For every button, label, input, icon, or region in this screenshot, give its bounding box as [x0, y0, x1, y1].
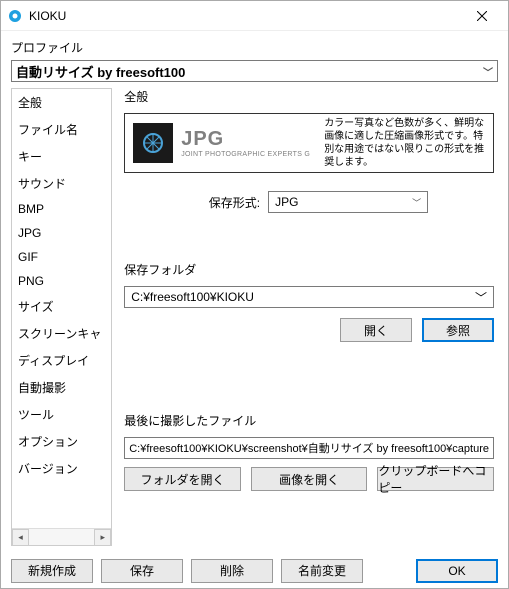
main-panel: 全般 JPG JOINT PHOTOGRAPHIC EXPERTS G カラー写…: [112, 88, 498, 546]
format-subtitle: JOINT PHOTOGRAPHIC EXPERTS G: [181, 151, 310, 158]
open-folder-button[interactable]: 開く: [340, 318, 412, 342]
save-format-select[interactable]: JPG ﹀: [268, 191, 428, 213]
window-title: KIOKU: [29, 9, 462, 23]
scroll-track[interactable]: [29, 529, 94, 545]
app-window: KIOKU プロファイル 自動リサイズ by freesoft100 ﹀ 全般 …: [0, 0, 509, 589]
last-file-path[interactable]: C:¥freesoft100¥KIOKU¥screenshot¥自動リサイズ b…: [124, 437, 494, 459]
sidebar-item-sound[interactable]: サウンド: [12, 170, 111, 197]
save-format-label: 保存形式:: [190, 194, 260, 211]
sidebar-item-size[interactable]: サイズ: [12, 293, 111, 320]
profile-label: プロファイル: [11, 39, 498, 56]
browse-button[interactable]: 参照: [422, 318, 494, 342]
sidebar-item-general[interactable]: 全般: [12, 89, 111, 116]
format-card: JPG JOINT PHOTOGRAPHIC EXPERTS G カラー写真など…: [124, 113, 494, 173]
format-name-block: JPG JOINT PHOTOGRAPHIC EXPERTS G: [181, 129, 310, 158]
section-title: 全般: [124, 88, 494, 105]
sidebar-item-option[interactable]: オプション: [12, 428, 111, 455]
chevron-down-icon: ﹀: [475, 289, 487, 306]
save-folder-combobox[interactable]: C:¥freesoft100¥KIOKU ﹀: [124, 286, 494, 308]
bottom-bar: 新規作成 保存 削除 名前変更 OK: [1, 552, 508, 588]
profile-selected-value: 自動リサイズ by freesoft100: [16, 62, 185, 81]
sidebar-item-png[interactable]: PNG: [12, 269, 111, 293]
app-icon: [7, 8, 23, 24]
save-format-row: 保存形式: JPG ﹀: [124, 191, 494, 213]
new-button[interactable]: 新規作成: [11, 559, 93, 583]
format-thumb-icon: [133, 123, 173, 163]
chevron-down-icon: ﹀: [412, 196, 421, 209]
close-button[interactable]: [462, 2, 502, 30]
rename-button[interactable]: 名前変更: [281, 559, 363, 583]
sidebar-item-display[interactable]: ディスプレイ: [12, 347, 111, 374]
sidebar-item-tool[interactable]: ツール: [12, 401, 111, 428]
scroll-left-icon[interactable]: ◂: [12, 529, 29, 546]
sidebar-item-autoshot[interactable]: 自動撮影: [12, 374, 111, 401]
sidebar-item-gif[interactable]: GIF: [12, 245, 111, 269]
chevron-down-icon: ﹀: [483, 64, 493, 79]
profile-select[interactable]: 自動リサイズ by freesoft100 ﹀: [11, 60, 498, 82]
delete-button[interactable]: 削除: [191, 559, 273, 583]
open-browse-row: 開く 参照: [124, 318, 494, 342]
scroll-right-icon[interactable]: ▸: [94, 529, 111, 546]
sidebar-item-version[interactable]: バージョン: [12, 455, 111, 482]
save-format-value: JPG: [275, 195, 298, 209]
save-folder-section: 保存フォルダ C:¥freesoft100¥KIOKU ﹀ 開く 参照: [124, 261, 494, 342]
last-file-section: 最後に撮影したファイル C:¥freesoft100¥KIOKU¥screens…: [124, 412, 494, 491]
copy-clipboard-button[interactable]: クリップボードへコピー: [377, 467, 494, 491]
titlebar: KIOKU: [1, 1, 508, 31]
open-folder-button2[interactable]: フォルダを開く: [124, 467, 241, 491]
sidebar-item-bmp[interactable]: BMP: [12, 197, 111, 221]
open-image-button[interactable]: 画像を開く: [251, 467, 368, 491]
body-area: 全般 ファイル名 キー サウンド BMP JPG GIF PNG サイズ スクリ…: [11, 88, 498, 546]
sidebar-item-jpg[interactable]: JPG: [12, 221, 111, 245]
sidebar-item-screencap[interactable]: スクリーンキャ: [12, 320, 111, 347]
save-folder-label: 保存フォルダ: [124, 261, 494, 278]
last-file-label: 最後に撮影したファイル: [124, 412, 494, 429]
content-area: プロファイル 自動リサイズ by freesoft100 ﹀ 全般 ファイル名 …: [1, 31, 508, 552]
save-button[interactable]: 保存: [101, 559, 183, 583]
sidebar-hscrollbar[interactable]: ◂ ▸: [12, 528, 111, 545]
format-name: JPG: [181, 129, 310, 149]
format-description: カラー写真など色数が多く、鮮明な画像に適した圧縮画像形式です。特別な用途ではない…: [310, 117, 485, 169]
sidebar: 全般 ファイル名 キー サウンド BMP JPG GIF PNG サイズ スクリ…: [11, 88, 112, 546]
ok-button[interactable]: OK: [416, 559, 498, 583]
last-file-buttons: フォルダを開く 画像を開く クリップボードへコピー: [124, 467, 494, 491]
sidebar-item-key[interactable]: キー: [12, 143, 111, 170]
sidebar-item-filename[interactable]: ファイル名: [12, 116, 111, 143]
save-folder-value: C:¥freesoft100¥KIOKU: [131, 290, 254, 304]
sidebar-list: 全般 ファイル名 キー サウンド BMP JPG GIF PNG サイズ スクリ…: [12, 89, 111, 528]
